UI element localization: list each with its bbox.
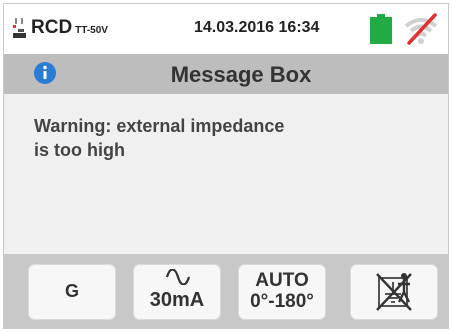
g-button-label: G bbox=[64, 281, 79, 301]
battery-icon bbox=[370, 14, 392, 44]
phase-range-label: 0°-180° bbox=[250, 291, 314, 312]
date-time: 14.03.2016 16:34 bbox=[194, 19, 320, 36]
mode-subtitle: TT-50V bbox=[75, 25, 108, 36]
current-button-label: 30mA bbox=[149, 289, 205, 311]
message-box-title: Message Box bbox=[170, 62, 312, 87]
message-text: Warning: external impedance is too high bbox=[34, 114, 364, 162]
rcd-plug-icon bbox=[13, 18, 26, 38]
wifi-off-icon bbox=[404, 13, 438, 45]
g-button[interactable]: G bbox=[28, 264, 116, 320]
softkey-bar: G 30mA AUTO 0°-180° bbox=[4, 254, 448, 328]
instrument-screen: RCD TT-50V 14.03.2016 16:34 Message Box W… bbox=[3, 3, 449, 329]
mode-name: RCD bbox=[31, 17, 73, 38]
auto-phase-button[interactable]: AUTO 0°-180° bbox=[238, 264, 326, 320]
message-line: is too high bbox=[34, 140, 125, 160]
ac-wave-icon bbox=[166, 269, 190, 285]
current-button[interactable]: 30mA bbox=[133, 264, 221, 320]
no-earth-icon bbox=[376, 273, 412, 311]
message-box-titlebar: Message Box bbox=[4, 54, 448, 94]
earth-rod-button[interactable] bbox=[350, 264, 438, 320]
mode-label: RCD TT-50V bbox=[31, 17, 108, 39]
status-bar: RCD TT-50V 14.03.2016 16:34 bbox=[4, 4, 448, 54]
auto-label: AUTO bbox=[255, 270, 309, 291]
message-line: Warning: external impedance bbox=[34, 116, 285, 136]
